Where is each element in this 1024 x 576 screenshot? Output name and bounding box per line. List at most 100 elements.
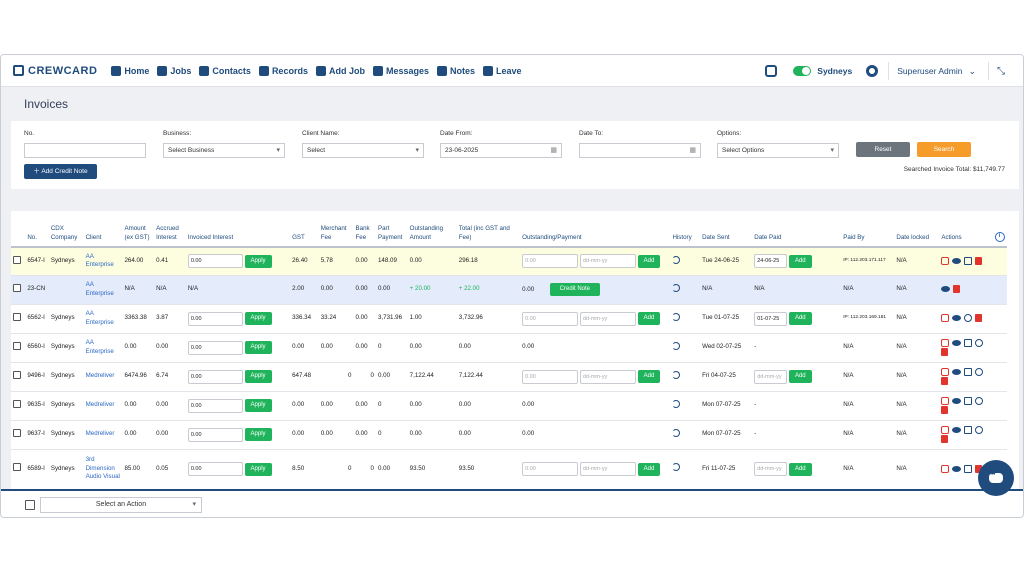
user-name[interactable]: Superuser Admin bbox=[897, 66, 962, 76]
trash-icon[interactable] bbox=[941, 405, 949, 414]
history-icon[interactable] bbox=[672, 312, 681, 321]
payment-amount-input[interactable]: 0.00 bbox=[522, 369, 579, 384]
options-select[interactable]: Select Options bbox=[717, 143, 839, 158]
client-link[interactable]: AA Enterprise bbox=[83, 246, 123, 276]
apply-button[interactable]: Apply bbox=[244, 312, 272, 325]
eye-icon[interactable] bbox=[952, 465, 962, 472]
add-payment-button[interactable]: Add bbox=[637, 370, 661, 383]
invoiced-interest-input[interactable]: 0.00 bbox=[187, 462, 243, 476]
row-checkbox[interactable] bbox=[13, 399, 21, 408]
nav-notes[interactable]: Notes bbox=[436, 65, 475, 76]
date-paid-input[interactable]: 01-07-25 bbox=[754, 311, 788, 326]
payment-amount-input[interactable]: 0.00 bbox=[522, 462, 579, 476]
document-icon[interactable] bbox=[964, 396, 973, 405]
eye-icon[interactable] bbox=[952, 339, 962, 346]
apply-button[interactable]: Apply bbox=[244, 341, 272, 354]
header-part-payment[interactable]: Part Payment bbox=[375, 211, 408, 248]
trash-icon[interactable] bbox=[953, 285, 961, 293]
add-payment-button[interactable]: Add bbox=[637, 312, 661, 325]
header-client[interactable]: Client bbox=[83, 211, 123, 248]
header-outstanding-payment[interactable]: Outstanding/Payment bbox=[520, 211, 671, 248]
apply-button[interactable]: Apply bbox=[244, 370, 272, 383]
trash-icon[interactable] bbox=[941, 347, 949, 356]
table-row[interactable]: 9637-I Sydneys Medreliver 0.00 0.00 0.00… bbox=[11, 420, 1007, 450]
table-row[interactable]: 6547-I Sydneys AA Enterprise 264.00 0.41… bbox=[11, 246, 1007, 276]
header-no[interactable]: No. bbox=[25, 211, 49, 248]
invoiced-interest-input[interactable]: 0.00 bbox=[187, 427, 243, 442]
header-paid-by[interactable]: Paid By bbox=[841, 211, 895, 248]
ban-icon[interactable] bbox=[975, 396, 984, 405]
client-name-select[interactable]: Select bbox=[302, 143, 424, 158]
header-bank-fee[interactable]: Bank Fee bbox=[353, 211, 376, 248]
nav-leave[interactable]: Leave bbox=[483, 65, 522, 76]
ban-icon[interactable] bbox=[975, 425, 984, 434]
payment-date-input[interactable]: dd-mm-yy bbox=[579, 369, 636, 384]
payment-amount-input[interactable]: 0.00 bbox=[522, 311, 579, 326]
history-icon[interactable] bbox=[672, 399, 681, 408]
table-row[interactable]: 9635-I Sydneys Medreliver 0.00 0.00 0.00… bbox=[11, 391, 1007, 421]
nav-add-job[interactable]: Add Job bbox=[315, 65, 365, 76]
row-checkbox[interactable] bbox=[13, 283, 21, 292]
history-icon[interactable] bbox=[672, 283, 681, 292]
row-checkbox[interactable] bbox=[13, 312, 21, 321]
header-accrued-interest[interactable]: Accrued Interest bbox=[154, 211, 186, 248]
chat-widget-button[interactable] bbox=[978, 460, 1014, 496]
header-cdx-company[interactable]: CDX Company bbox=[48, 211, 84, 248]
add-payment-button[interactable]: Add bbox=[637, 254, 661, 268]
apply-button[interactable]: Apply bbox=[244, 462, 272, 476]
header-date-paid[interactable]: Date Paid bbox=[752, 211, 842, 248]
header-history[interactable]: History bbox=[670, 211, 701, 248]
invoiced-interest-input[interactable]: 0.00 bbox=[187, 369, 243, 384]
header-total[interactable]: Total (inc GST and Fee) bbox=[456, 211, 521, 248]
eye-icon[interactable] bbox=[952, 315, 962, 321]
lock-icon[interactable] bbox=[941, 464, 950, 473]
client-link[interactable]: Medreliver bbox=[83, 391, 123, 421]
header-amount[interactable]: Amount (ex GST) bbox=[122, 211, 155, 248]
table-row[interactable]: 9496-I Sydneys Medreliver 6474.96 6.74 0… bbox=[11, 362, 1007, 392]
brand-logo[interactable]: CREWCARD bbox=[13, 65, 97, 77]
row-checkbox[interactable] bbox=[13, 370, 21, 379]
train-icon[interactable] bbox=[765, 65, 778, 77]
date-paid-input[interactable]: dd-mm-yy bbox=[754, 369, 788, 384]
info-icon[interactable]: i bbox=[994, 232, 1005, 242]
client-link[interactable]: AA Enterprise bbox=[83, 304, 123, 334]
header-outstanding-amount[interactable]: Outstanding Amount bbox=[407, 211, 457, 248]
nav-messages[interactable]: Messages bbox=[372, 65, 429, 76]
table-row-credit-note[interactable]: 23-CN AA Enterprise N/A N/A N/A 2.00 0.0… bbox=[11, 275, 1007, 305]
trash-icon[interactable] bbox=[975, 314, 983, 322]
invoiced-interest-input[interactable]: 0.00 bbox=[187, 398, 243, 413]
history-icon[interactable] bbox=[672, 428, 681, 437]
invoiced-interest-input[interactable]: 0.00 bbox=[187, 340, 243, 355]
ban-icon[interactable] bbox=[975, 367, 984, 376]
select-all-checkbox[interactable] bbox=[25, 500, 35, 510]
invoiced-interest-input[interactable]: 0.00 bbox=[187, 311, 243, 326]
location-toggle[interactable] bbox=[793, 66, 812, 76]
header-date-sent[interactable]: Date Sent bbox=[700, 211, 753, 248]
eye-icon[interactable] bbox=[952, 426, 962, 433]
date-to-input[interactable] bbox=[579, 143, 701, 158]
client-link[interactable]: 3rd Dimension Audio Visual bbox=[83, 449, 123, 489]
chevron-down-icon[interactable]: ⌄ bbox=[968, 66, 976, 77]
table-row[interactable]: 6560-I Sydneys AA Enterprise 0.00 0.00 0… bbox=[11, 333, 1007, 363]
lock-icon[interactable] bbox=[941, 338, 950, 347]
document-icon[interactable] bbox=[964, 256, 973, 265]
lock-icon[interactable] bbox=[941, 425, 950, 434]
eye-icon[interactable] bbox=[941, 286, 951, 292]
payment-amount-input[interactable]: 0.00 bbox=[522, 254, 579, 269]
client-link[interactable]: AA Enterprise bbox=[83, 333, 123, 363]
document-icon[interactable] bbox=[964, 464, 973, 473]
header-gst[interactable]: GST bbox=[290, 211, 319, 248]
eye-icon[interactable] bbox=[952, 397, 962, 404]
history-icon[interactable] bbox=[672, 463, 681, 472]
eye-icon[interactable] bbox=[952, 368, 962, 375]
header-date-locked[interactable]: Date locked bbox=[894, 211, 940, 248]
nav-jobs[interactable]: Jobs bbox=[157, 65, 191, 76]
client-link[interactable]: Medreliver bbox=[83, 362, 123, 392]
gear-icon[interactable] bbox=[866, 65, 879, 77]
payment-date-input[interactable]: dd-mm-yy bbox=[579, 254, 636, 269]
payment-date-input[interactable]: dd-mm-yy bbox=[579, 462, 636, 476]
payment-date-input[interactable]: dd-mm-yy bbox=[579, 311, 636, 326]
history-icon[interactable] bbox=[672, 255, 681, 264]
header-actions[interactable]: Actions bbox=[939, 211, 993, 248]
header-invoiced-interest[interactable]: Invoiced Interest bbox=[185, 211, 291, 248]
